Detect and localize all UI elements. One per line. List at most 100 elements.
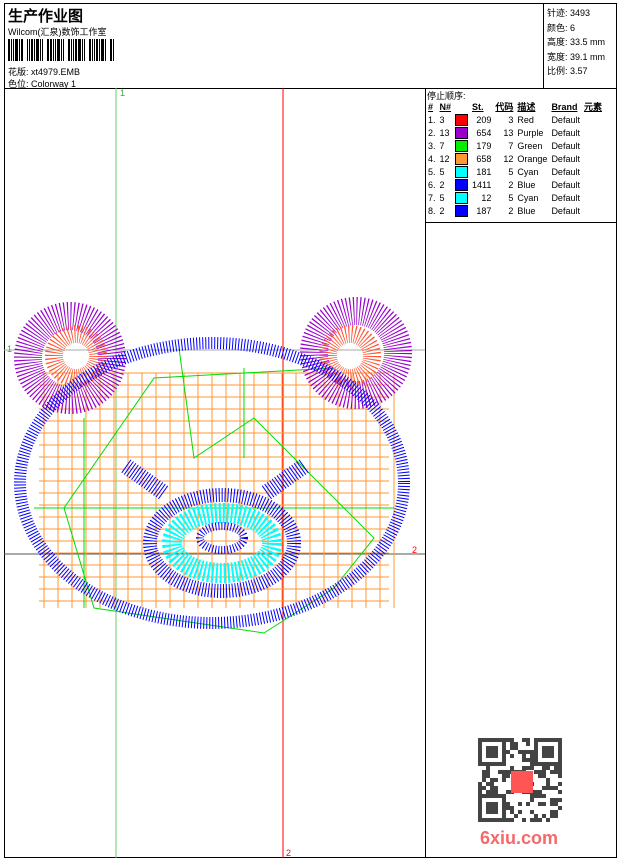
color-swatch (455, 126, 469, 139)
color-swatch-cell (453, 126, 470, 139)
stitch-count: 187 (476, 205, 492, 216)
ear-right (300, 297, 412, 409)
color-code: 7 (508, 140, 514, 151)
table-row: 6. 2 1411 2 Blue Default (426, 178, 604, 191)
needle-number: 5 (439, 166, 445, 177)
barcode-bar (71, 39, 72, 61)
brand: Default (551, 179, 580, 190)
barcode-bar (75, 39, 77, 61)
column-header: 代码 (495, 102, 514, 112)
barcode-bar (94, 39, 95, 61)
axis-label-v2: 2 (286, 848, 292, 858)
element (582, 204, 604, 217)
page-title: 生产作业图 (8, 8, 84, 25)
barcode-bar (42, 39, 43, 61)
color-swatch (455, 113, 469, 126)
table-row: 2. 13 654 13 Purple Default (426, 126, 604, 139)
stitch-count: 针迹: 3493 (547, 8, 591, 18)
barcode-bar (27, 39, 28, 61)
muzzle-fill (162, 503, 282, 583)
brand: Default (551, 205, 580, 216)
ear-left (14, 302, 126, 414)
barcode-bar (84, 39, 85, 61)
column-header: 元素 (583, 102, 602, 112)
column-header: Brand (551, 101, 578, 112)
needle-number: 2 (439, 179, 445, 190)
barcode-bar (34, 39, 35, 61)
barcode-bar (19, 39, 20, 61)
header: 生产作业图 Wilcom(汇泉)数饰工作室 花版: xt4979.EMB 色位:… (4, 3, 617, 89)
table-row: 1. 3 209 3 Red Default (426, 113, 604, 126)
element (582, 178, 604, 191)
barcode-bar (40, 39, 41, 61)
color-swatch-cell (453, 191, 470, 204)
barcode-bar (101, 39, 104, 61)
design-label: 花版: (8, 67, 29, 77)
table-row: 5. 5 181 5 Cyan Default (426, 165, 604, 178)
barcode-bar (113, 39, 114, 61)
barcode-bar (92, 39, 93, 61)
barcode-bar (82, 39, 83, 61)
color-count: 颜色: 6 (547, 22, 576, 33)
barcode-bar (8, 39, 10, 61)
barcode-bar (89, 39, 91, 61)
needle-number: 2 (439, 205, 445, 216)
color-code: 12 (503, 153, 514, 164)
color-code: 5 (508, 192, 514, 203)
column-header: 描述 (517, 102, 536, 112)
color-code: 13 (503, 127, 514, 138)
stitch-count: 12 (481, 192, 492, 203)
row-index: 5. (428, 166, 436, 177)
stitch-count: 654 (476, 127, 492, 138)
color-code: 2 (508, 179, 514, 190)
stitch-count: 658 (476, 153, 492, 164)
watermark-logo: 6xiu.com (480, 828, 559, 848)
color-swatch (455, 139, 469, 152)
axis-label-h1: 1 (7, 344, 13, 354)
stats-panel: 针迹: 3493 颜色: 6 高度: 33.5 mm 宽度: 39.1 mm 比… (543, 4, 617, 88)
color-description: Cyan (517, 166, 539, 177)
color-swatch (455, 178, 469, 191)
barcode-bar (47, 39, 49, 61)
axis-label-v1: 1 (120, 88, 126, 98)
barcode-bar (63, 39, 64, 61)
column-header: N# (439, 101, 452, 112)
color-swatch-cell (453, 165, 470, 178)
stitch-count: 181 (476, 166, 492, 177)
barcode-bar (68, 39, 70, 61)
color-description: Blue (517, 179, 536, 190)
color-swatch-cell (453, 113, 470, 126)
stitch-count: 1411 (472, 179, 492, 190)
element (582, 113, 604, 126)
brand: Default (551, 192, 580, 203)
color-swatch-cell (453, 204, 470, 217)
barcode (8, 39, 114, 61)
barcode-bar (50, 39, 52, 61)
color-code: 5 (508, 166, 514, 177)
brand: Default (551, 114, 580, 125)
color-description: Cyan (517, 192, 539, 203)
barcode-bar (29, 39, 30, 61)
barcode-bar (73, 39, 74, 61)
nose (196, 522, 248, 554)
barcode-bar (57, 39, 60, 61)
barcode-bar (13, 39, 14, 61)
table-row: 3. 7 179 7 Green Default (426, 139, 604, 152)
needle-number: 3 (439, 114, 445, 125)
color-description: Purple (517, 127, 544, 138)
element (582, 152, 604, 165)
color-swatch-cell (453, 139, 470, 152)
design-width: 宽度: 39.1 mm (547, 51, 606, 62)
row-index: 3. (428, 140, 436, 151)
barcode-bar (105, 39, 106, 61)
barcode-bar (11, 39, 12, 61)
element (582, 126, 604, 139)
main-area: 1 1 2 2 停止顺序: # N# St. 代码 描述 Brand 元素 1. 3 209 3 R… (4, 88, 617, 858)
brand: Default (551, 140, 580, 151)
barcode-bar (61, 39, 62, 61)
row-index: 7. (428, 192, 436, 203)
eye-right (261, 459, 309, 500)
stitch-count: 179 (476, 140, 492, 151)
barcode-bar (110, 39, 112, 61)
brand: Default (551, 127, 580, 138)
